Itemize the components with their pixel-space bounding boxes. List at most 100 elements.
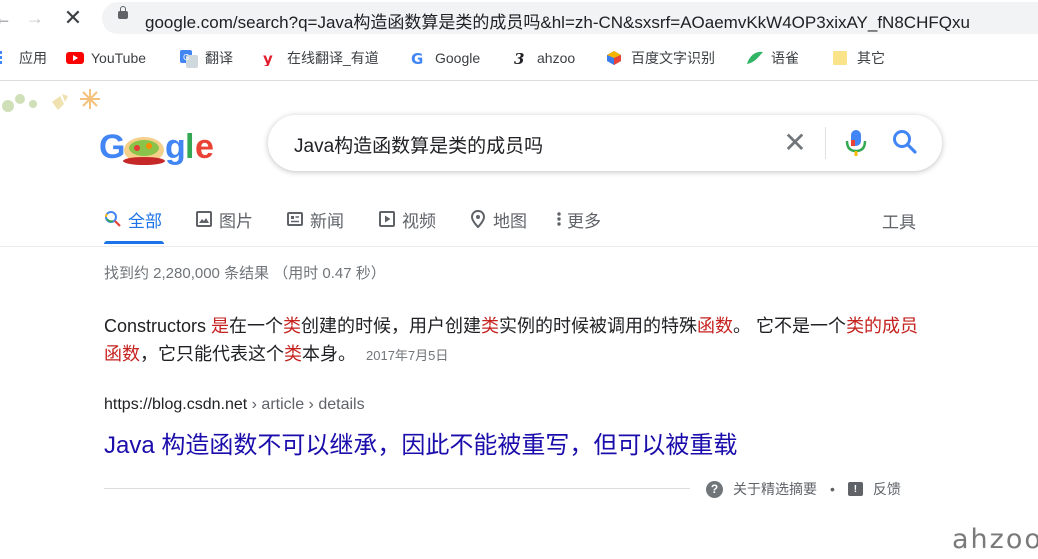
bookmark-label: Google <box>435 50 481 66</box>
bookmark-label: 其它 <box>857 50 885 66</box>
tab-label: 图片 <box>219 211 253 231</box>
news-icon <box>286 210 304 228</box>
bookmark-label: 应用 <box>19 50 47 66</box>
microphone-icon[interactable] <box>844 128 868 163</box>
cite-domain: https://blog.csdn.net <box>104 396 248 413</box>
tab-label: 视频 <box>402 211 436 231</box>
result-title-link[interactable]: Java 构造函数不可以继承，因此不能被重写，但可以被重载 <box>104 425 737 460</box>
tab-label: 地图 <box>493 211 527 231</box>
lock-icon[interactable] <box>118 6 128 19</box>
active-tab-indicator <box>104 241 164 244</box>
cite-path: › article › details <box>247 396 365 413</box>
svg-text:G: G <box>411 50 423 66</box>
tools-button[interactable]: 工具 <box>882 208 916 233</box>
apps-icon <box>0 50 10 66</box>
bookmark-ahzoo[interactable]: 3 ahzoo <box>512 48 575 68</box>
svg-text:y: y <box>263 50 273 66</box>
snippet-footer: ? 关于精选摘要 • ! 反馈 <box>706 479 901 499</box>
snippet-text: 在一个 <box>229 316 284 336</box>
snippet-date: 2017年7月5日 <box>366 348 449 363</box>
bookmark-label: 翻译 <box>205 50 233 66</box>
featured-snippet-text: Constructors 是在一个类创建的时候，用户创建类实例的时候被调用的特殊… <box>104 312 924 370</box>
snippet-text: Constructors <box>104 316 212 336</box>
tab-videos[interactable]: 视频 <box>378 204 436 234</box>
snippet-text: 本身。 <box>302 344 356 364</box>
svg-text:e: e <box>195 128 213 166</box>
doodle-decoration <box>0 84 110 144</box>
image-icon <box>195 210 213 228</box>
snippet-text: 。 它不是一个 <box>733 316 847 336</box>
bookmark-label: ahzoo <box>537 50 576 66</box>
stop-loading-icon[interactable]: ✕ <box>62 7 84 29</box>
svg-text:l: l <box>185 128 193 166</box>
search-box[interactable]: Java构造函数算是类的成员吗 ✕ <box>268 115 942 171</box>
google-doodle-logo[interactable]: G g l e <box>99 124 215 168</box>
search-icon[interactable] <box>892 129 918 160</box>
snippet-divider <box>104 488 690 489</box>
snippet-text: 实例的时候被调用的特殊 <box>499 316 698 336</box>
tab-more[interactable]: 更多 <box>555 204 601 234</box>
bookmark-label: 语雀 <box>771 50 799 66</box>
bookmark-label: 百度文字识别 <box>631 50 715 66</box>
bookmark-youdao[interactable]: y 在线翻译_有道 <box>262 48 379 68</box>
youdao-icon: y <box>262 50 278 68</box>
bookmark-translate[interactable]: G 翻译 <box>180 48 233 68</box>
result-cite[interactable]: https://blog.csdn.net › article › detail… <box>104 396 365 414</box>
bookmark-google[interactable]: G Google <box>410 48 480 68</box>
bookmark-yuque[interactable]: 语雀 <box>746 48 799 68</box>
forward-arrow-icon[interactable]: → <box>24 7 46 29</box>
back-arrow-icon[interactable]: ← <box>0 7 14 29</box>
bookmark-baidu-ocr[interactable]: 百度文字识别 <box>606 48 715 68</box>
google-icon: G <box>410 50 426 68</box>
more-vert-icon <box>555 210 563 228</box>
search-icon <box>104 210 122 228</box>
ahzoo-icon: 3 <box>512 50 528 68</box>
bookmark-label: YouTube <box>91 50 147 66</box>
snippet-highlight: 类 <box>284 344 302 364</box>
snippet-text: ，它只能代表这个 <box>140 344 284 364</box>
folder-icon <box>832 50 848 66</box>
snippet-text: 创建的时候，用户创建 <box>301 316 482 336</box>
address-bar[interactable]: google.com/search?q=Java构造函数算是类的成员吗&hl=z… <box>102 2 1038 34</box>
snippet-highlight: 类 <box>283 316 302 336</box>
baidu-ocr-icon <box>606 50 622 66</box>
bookmarks-bar: 应用 YouTube G 翻译 y 在线翻译_有道 G Google 3 ahz… <box>0 40 1038 76</box>
bookmark-youtube[interactable]: YouTube <box>66 48 146 68</box>
tab-all[interactable]: 全部 <box>104 204 162 234</box>
result-stats: 找到约 2,280,000 条结果 （用时 0.47 秒） <box>104 265 386 282</box>
tab-label: 更多 <box>567 211 601 231</box>
bookmark-apps[interactable]: 应用 <box>0 48 47 68</box>
separator-dot: • <box>830 481 835 497</box>
tab-label: 新闻 <box>310 211 344 231</box>
watermark: ahzoo <box>952 524 1038 555</box>
map-pin-icon <box>469 210 487 228</box>
snippet-highlight: 函数 <box>697 316 734 336</box>
clear-icon[interactable]: ✕ <box>782 128 808 158</box>
url-text[interactable]: google.com/search?q=Java构造函数算是类的成员吗&hl=z… <box>145 8 970 33</box>
about-featured-snippet-link[interactable]: 关于精选摘要 <box>733 479 817 499</box>
chrome-divider <box>0 80 1038 81</box>
tab-news[interactable]: 新闻 <box>286 204 344 234</box>
svg-text:G: G <box>183 53 189 62</box>
searchbox-divider <box>825 127 826 159</box>
bookmark-folder-other[interactable]: 其它 <box>832 48 885 68</box>
svg-text:g: g <box>165 128 185 166</box>
svg-text:G: G <box>99 128 124 166</box>
bookmark-label: 在线翻译_有道 <box>287 50 379 66</box>
tab-label: 全部 <box>128 211 162 231</box>
translate-icon: G <box>180 50 198 68</box>
feedback-icon[interactable]: ! <box>847 482 863 496</box>
tab-maps[interactable]: 地图 <box>469 204 527 234</box>
svg-text:3: 3 <box>514 50 524 66</box>
video-icon <box>378 210 396 228</box>
tab-images[interactable]: 图片 <box>195 204 253 234</box>
feedback-link[interactable]: 反馈 <box>873 479 901 499</box>
snippet-highlight: 类 <box>481 316 500 336</box>
header-divider <box>0 246 1038 247</box>
snippet-highlight: 是 <box>211 316 230 336</box>
browser-toolbar: ← → ✕ google.com/search?q=Java构造函数算是类的成员… <box>0 0 1038 36</box>
search-query-input[interactable]: Java构造函数算是类的成员吗 <box>294 131 543 158</box>
yuque-icon <box>746 50 763 66</box>
help-icon[interactable]: ? <box>706 480 723 498</box>
youtube-icon <box>66 50 84 66</box>
